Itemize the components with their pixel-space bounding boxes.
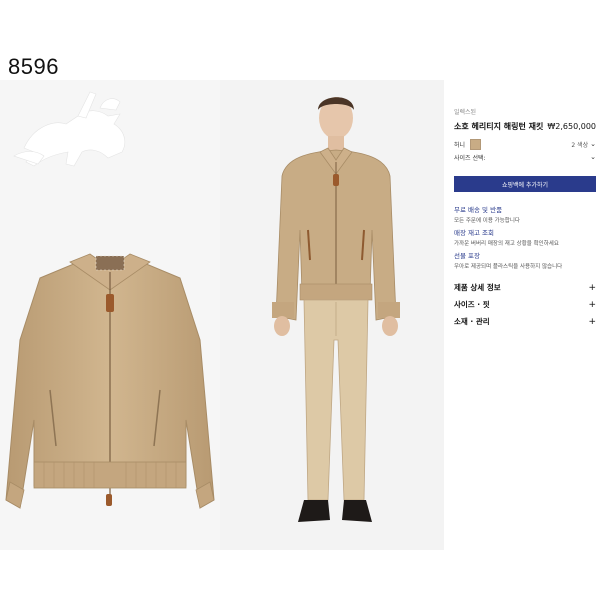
jacket-flat-illustration: [5, 253, 215, 509]
size-selector[interactable]: 사이즈 선택: ⌄: [454, 153, 596, 163]
product-info-panel: 일렉스된 소호 헤리티지 해링턴 재킷 ₩2,650,000 허니 2 색상 ⌄…: [446, 100, 600, 340]
product-flat-image[interactable]: [0, 80, 220, 550]
service-gift-wrap[interactable]: 선물 포장 우아로 제공되며 플라스틱을 사용하지 않습니다: [454, 250, 596, 270]
accordion-label: 사이즈 · 핏: [454, 300, 490, 309]
breadcrumb[interactable]: 일렉스된: [454, 107, 476, 116]
color-count-label: 2 색상: [571, 142, 589, 149]
service-desc: 우아로 제공되며 플라스틱을 사용하지 않습니다: [454, 264, 563, 270]
chevron-down-icon: ⌄: [590, 140, 596, 148]
equestrian-knight-logo-icon: [13, 91, 126, 167]
size-label: 사이즈 선택:: [454, 155, 486, 162]
accordion-material-care[interactable]: 소재 · 관리 +: [454, 316, 596, 327]
plus-icon: +: [588, 282, 596, 293]
accordion-product-details[interactable]: 제품 상세 정보 +: [454, 282, 596, 293]
service-free-shipping[interactable]: 무료 배송 및 반품 모든 주문에 이용 가능합니다: [454, 204, 596, 224]
product-model-image[interactable]: [220, 80, 444, 550]
product-title-row: 소호 헤리티지 해링턴 재킷 ₩2,650,000: [454, 121, 596, 132]
chevron-down-icon: ⌄: [590, 153, 596, 161]
service-title[interactable]: 매장 재고 조회: [454, 227, 596, 237]
accordion-label: 제품 상세 정보: [454, 283, 501, 292]
add-to-bag-button[interactable]: 쇼핑백에 추가하기: [454, 176, 596, 192]
product-code-label: 8596: [8, 54, 59, 79]
color-selector[interactable]: 허니 2 색상 ⌄: [454, 139, 596, 150]
service-title[interactable]: 선물 포장: [454, 250, 596, 260]
service-store-stock[interactable]: 매장 재고 조회 가까운 버버리 매장의 재고 상황을 확인하세요: [454, 227, 596, 247]
color-count-dropdown[interactable]: 2 색상 ⌄: [571, 140, 596, 150]
service-title[interactable]: 무료 배송 및 반품: [454, 204, 596, 214]
service-desc: 모든 주문에 이용 가능합니다: [454, 218, 520, 224]
model-wearing-jacket-illustration: [272, 97, 400, 522]
plus-icon: +: [588, 316, 596, 327]
product-name: 소호 헤리티지 해링턴 재킷: [454, 122, 544, 131]
plus-icon: +: [588, 299, 596, 310]
service-desc: 가까운 버버리 매장의 재고 상황을 확인하세요: [454, 241, 559, 247]
accordion-label: 소재 · 관리: [454, 317, 490, 326]
color-swatch-honey[interactable]: [470, 139, 482, 150]
color-label: 허니: [454, 142, 466, 149]
product-price: ₩2,650,000: [547, 122, 596, 131]
accordion-size-fit[interactable]: 사이즈 · 핏 +: [454, 299, 596, 310]
